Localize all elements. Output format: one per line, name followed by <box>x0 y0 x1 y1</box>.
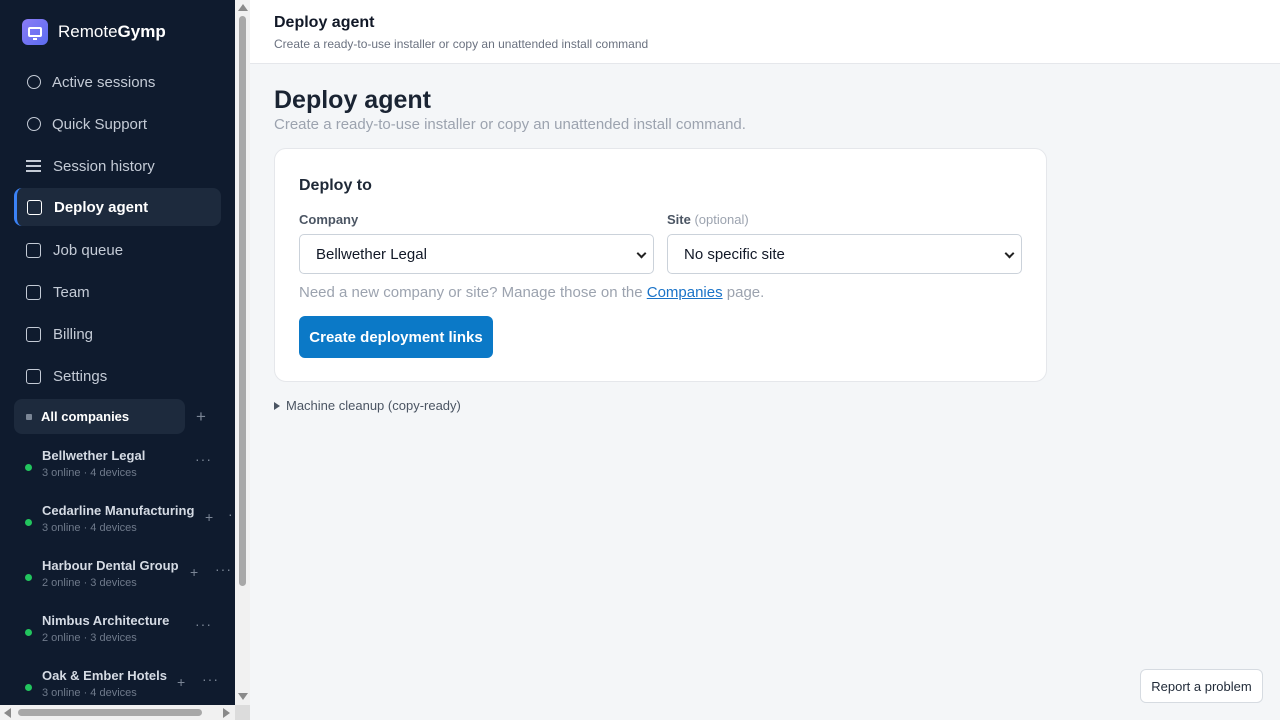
nav-label: Session history <box>53 157 155 175</box>
disclosure-triangle-icon <box>274 401 280 410</box>
nav-label: Active sessions <box>52 73 156 91</box>
company-item[interactable]: Cedarline Manufacturing 3 online · 4 dev… <box>25 503 235 543</box>
nav-item-session-history[interactable]: Session history <box>14 147 221 185</box>
scroll-left-arrow-icon[interactable] <box>4 708 11 718</box>
site-select-value: No specific site <box>684 245 785 263</box>
nav-item-quick-support[interactable]: Quick Support <box>14 105 221 143</box>
companies-link[interactable]: Companies <box>647 284 723 301</box>
square-icon <box>27 199 42 215</box>
help-text: Need a new company or site? Manage those… <box>299 284 765 301</box>
circle-icon <box>27 75 41 89</box>
brand[interactable]: RemoteGymp <box>22 19 166 45</box>
square-icon <box>26 242 41 258</box>
sidebar-horizontal-scrollbar[interactable] <box>0 705 235 720</box>
nav-item-deploy-agent[interactable]: Deploy agent <box>14 188 221 226</box>
company-meta: 3 online · 4 devices <box>42 522 137 534</box>
scrollbar-thumb[interactable] <box>239 16 246 586</box>
nav-item-active-sessions[interactable]: Active sessions <box>14 63 221 101</box>
add-site-button[interactable]: + <box>190 564 198 580</box>
machine-cleanup-toggle[interactable]: Machine cleanup (copy-ready) <box>274 398 461 413</box>
scrollbar-thumb[interactable] <box>18 709 202 716</box>
report-problem-button[interactable]: Report a problem <box>1140 669 1263 703</box>
nav-item-job-queue[interactable]: Job queue <box>14 231 221 269</box>
page-title: Deploy agent <box>274 86 431 114</box>
company-label: Company <box>299 212 359 227</box>
monitor-icon <box>22 19 48 45</box>
all-companies-button[interactable]: All companies <box>14 399 185 434</box>
online-dot-icon <box>25 574 32 581</box>
company-meta: 3 online · 4 devices <box>42 687 137 699</box>
deploy-card: Deploy to Company Site (optional) Bellwe… <box>274 148 1047 382</box>
create-deployment-links-button[interactable]: Create deployment links <box>299 316 493 358</box>
more-icon[interactable]: ··· <box>195 451 212 467</box>
nav-item-team[interactable]: Team <box>14 273 221 311</box>
header-subtitle: Create a ready-to-use installer or copy … <box>274 37 649 51</box>
chevron-down-icon <box>1004 248 1015 259</box>
all-companies-label: All companies <box>41 409 130 424</box>
square-icon <box>26 284 41 300</box>
online-dot-icon <box>25 464 32 471</box>
site-label: Site (optional) <box>667 212 749 227</box>
more-icon[interactable]: ··· <box>195 616 212 632</box>
scroll-right-arrow-icon[interactable] <box>223 708 230 718</box>
machine-cleanup-label: Machine cleanup (copy-ready) <box>286 398 461 413</box>
more-icon[interactable]: ··· <box>215 561 232 577</box>
company-item[interactable]: Nimbus Architecture 2 online · 3 devices… <box>25 613 235 653</box>
scrollbar-corner <box>235 705 250 720</box>
company-meta: 2 online · 3 devices <box>42 577 137 589</box>
nav-item-settings[interactable]: Settings <box>14 357 221 395</box>
square-bullet-icon <box>26 413 32 420</box>
company-meta: 3 online · 4 devices <box>42 467 137 479</box>
page-subtitle: Create a ready-to-use installer or copy … <box>274 116 746 133</box>
online-dot-icon <box>25 684 32 691</box>
add-company-button[interactable]: + <box>196 408 206 425</box>
nav-label: Settings <box>53 367 108 385</box>
company-select-value: Bellwether Legal <box>316 245 427 263</box>
top-header: Deploy agent Create a ready-to-use insta… <box>250 0 1280 64</box>
company-name: Nimbus Architecture <box>42 613 170 628</box>
scroll-down-arrow-icon[interactable] <box>238 693 248 700</box>
site-select[interactable]: No specific site <box>667 234 1022 274</box>
company-name: Cedarline Manufacturing <box>42 503 195 518</box>
company-name: Oak & Ember Hotels <box>42 668 167 683</box>
nav-label: Quick Support <box>52 115 148 133</box>
brand-name: RemoteGymp <box>58 22 166 41</box>
company-meta: 2 online · 3 devices <box>42 632 137 644</box>
nav-label: Team <box>53 283 90 301</box>
square-icon <box>26 326 41 342</box>
company-item[interactable]: Harbour Dental Group 2 online · 3 device… <box>25 558 235 598</box>
chevron-down-icon <box>636 248 647 259</box>
square-icon <box>26 368 41 384</box>
nav-label: Deploy agent <box>54 198 149 216</box>
sidebar-vertical-scrollbar[interactable] <box>235 0 250 705</box>
nav-label: Job queue <box>53 241 124 259</box>
sidebar: RemoteGymp Active sessions Quick Support… <box>0 0 235 720</box>
header-title: Deploy agent <box>274 14 375 31</box>
nav-label: Billing <box>53 325 94 343</box>
company-select[interactable]: Bellwether Legal <box>299 234 654 274</box>
more-icon[interactable]: ··· <box>228 506 235 522</box>
circle-icon <box>27 117 41 131</box>
card-title: Deploy to <box>299 177 372 194</box>
company-name: Harbour Dental Group <box>42 558 179 573</box>
nav-item-billing[interactable]: Billing <box>14 315 221 353</box>
list-icon <box>26 159 41 174</box>
company-item[interactable]: Oak & Ember Hotels 3 online · 4 devices … <box>25 668 235 708</box>
online-dot-icon <box>25 519 32 526</box>
scroll-up-arrow-icon[interactable] <box>238 4 248 11</box>
online-dot-icon <box>25 629 32 636</box>
company-item[interactable]: Bellwether Legal 3 online · 4 devices ··… <box>25 448 235 488</box>
more-icon[interactable]: ··· <box>202 671 219 687</box>
add-site-button[interactable]: + <box>177 674 185 690</box>
company-name: Bellwether Legal <box>42 448 146 463</box>
add-site-button[interactable]: + <box>205 509 213 525</box>
